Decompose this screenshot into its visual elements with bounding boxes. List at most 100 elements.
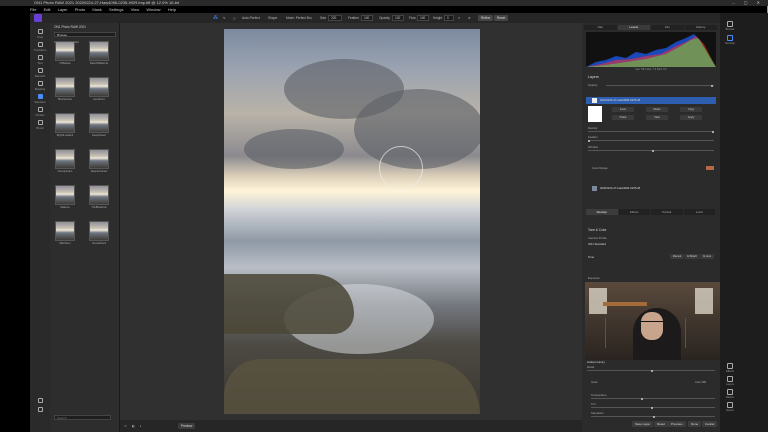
layers-opacity-slider[interactable] <box>606 84 714 87</box>
tint-slider[interactable] <box>591 406 715 409</box>
apply-button[interactable]: Apply <box>680 115 702 120</box>
menu-photo[interactable]: Photo <box>75 7 85 12</box>
thumbnail[interactable]: CloudyFoam <box>55 149 75 175</box>
height-input[interactable]: 0 <box>444 15 454 21</box>
tool-text[interactable]: Text <box>33 55 47 65</box>
opacity-input[interactable]: 100 <box>392 15 404 21</box>
gear-icon[interactable]: ✲ <box>468 15 471 21</box>
color-range-swatch[interactable] <box>706 166 714 170</box>
camera-profile-value[interactable]: ON1 Standard <box>588 242 606 246</box>
browser-search-input[interactable]: Search <box>54 415 111 420</box>
thumbnail[interactable]: BlueSunrise <box>55 77 75 103</box>
thumbnail[interactable]: DeepFlower <box>89 113 109 139</box>
done-button[interactable]: Done <box>688 421 702 427</box>
thumbnail[interactable]: TheBlowHole <box>89 185 109 211</box>
menu-window[interactable]: Window <box>146 7 160 12</box>
thumbnail[interactable]: SunsetRock <box>89 221 109 247</box>
menu-settings[interactable]: Settings <box>109 7 123 12</box>
tool-hand[interactable] <box>33 398 47 404</box>
tool-masking[interactable]: Masking <box>33 81 47 91</box>
layer-row-selected[interactable]: 20200224-27-Haw4096-0235.tiff <box>586 97 716 104</box>
brush-icon[interactable]: ✎ <box>223 15 226 21</box>
thumbnail[interactable]: Makena <box>55 185 75 211</box>
menu-help[interactable]: Help <box>168 7 176 12</box>
temperature-slider[interactable] <box>591 397 715 400</box>
feather-input[interactable]: 100 <box>361 15 373 21</box>
layer-row[interactable]: 20200224-27-Haw4096-0235.tiff <box>586 185 716 192</box>
auto-wb-label[interactable]: Auto WB <box>695 380 706 384</box>
image-viewer[interactable] <box>120 23 582 420</box>
copy-button[interactable]: Copy <box>680 107 702 112</box>
tab-nav[interactable]: Nav <box>584 25 617 30</box>
tool-perfect[interactable]: Perfect <box>33 107 47 117</box>
mode-label[interactable]: Mode: Perfect Bru <box>286 15 312 21</box>
browser-folder-select[interactable]: Browse <box>54 32 116 37</box>
tool-zoom[interactable] <box>33 407 47 413</box>
eraser-icon[interactable]: ◻ <box>233 15 236 21</box>
thumbnail[interactable]: DeeperSunset <box>89 149 109 175</box>
feather-mask-slider[interactable] <box>588 139 714 142</box>
mask-thumbnail[interactable] <box>588 106 602 122</box>
tool-selection[interactable]: Selection <box>33 94 47 104</box>
menu-view[interactable]: View <box>131 7 140 12</box>
size-input[interactable]: 220 <box>328 15 342 21</box>
paste-button[interactable]: Paste <box>612 115 634 120</box>
tool-transform[interactable]: Transform <box>33 42 47 52</box>
tab-history[interactable]: History <box>684 25 717 30</box>
tool-crop[interactable]: Crop <box>33 29 47 39</box>
module-effects[interactable]: Effects <box>723 363 737 373</box>
thumbnail[interactable]: MistSwim <box>55 221 75 247</box>
shape-label[interactable]: Shape <box>268 15 277 21</box>
cancel-button[interactable]: Cancel <box>702 421 718 427</box>
preview-button[interactable]: Preview <box>178 423 196 429</box>
tab-local[interactable]: Local <box>683 209 715 215</box>
reset-button[interactable]: Reset <box>494 15 509 21</box>
tool-brush[interactable]: Brush <box>33 120 47 130</box>
bottom-reset-button[interactable]: Reset <box>654 421 668 427</box>
tone-manual-button[interactable]: Manual <box>670 254 684 259</box>
save-layer-button[interactable]: Save Layer <box>632 421 654 427</box>
density-slider[interactable] <box>588 130 714 133</box>
menu-edit[interactable]: Edit <box>44 7 51 12</box>
module-resize[interactable]: Resize <box>723 389 737 399</box>
main-photo[interactable] <box>224 29 480 414</box>
menu-layer[interactable]: Layer <box>58 7 68 12</box>
tab-effects[interactable]: Effects <box>618 209 650 215</box>
export-icon <box>727 402 733 408</box>
detail-slider[interactable] <box>587 369 715 372</box>
invert-button[interactable]: Invert <box>612 107 634 112</box>
pen-icon[interactable]: ✐ <box>458 15 461 21</box>
thumbnail[interactable]: CliffsHaw <box>55 41 75 67</box>
module-layers[interactable]: Layers <box>723 376 737 386</box>
tool-retouch[interactable]: Retouch <box>33 68 47 78</box>
flow-input[interactable]: 100 <box>417 15 429 21</box>
compare-icon[interactable]: ◧ <box>132 423 135 429</box>
module-export[interactable]: Export <box>723 402 737 412</box>
module-browse[interactable]: Browse <box>723 21 737 31</box>
tone-ai-auto-button[interactable]: AI Auto <box>700 254 714 259</box>
window-controls[interactable]: – ▢ ✕ <box>732 0 764 6</box>
color-range-label[interactable]: Color Range <box>592 166 608 170</box>
menu-mask[interactable]: Mask <box>92 7 102 12</box>
tool-mode-label[interactable]: Auto-Perfect <box>242 15 260 21</box>
thumbnail[interactable]: LavaFront <box>89 77 109 103</box>
thumbnail[interactable]: BackOfMakena <box>89 41 109 67</box>
tab-portrait[interactable]: Portrait <box>651 209 683 215</box>
window-slider[interactable] <box>588 149 714 152</box>
refine-button[interactable]: Refine <box>478 15 494 21</box>
histogram <box>586 32 716 67</box>
saturation-slider[interactable] <box>591 415 715 418</box>
view-button[interactable]: View <box>646 115 668 120</box>
perfect-brush-icon[interactable]: ⁂ <box>213 15 218 21</box>
mask-reset-button[interactable]: Reset <box>646 107 668 112</box>
previous-button[interactable]: Previous <box>668 421 686 427</box>
module-develop[interactable]: Develop <box>723 35 737 45</box>
tone-ai-match-button[interactable]: AI Match <box>685 254 699 259</box>
thumbnail[interactable]: BrightLowland <box>55 113 75 139</box>
view-mode-icon[interactable]: ▭ <box>124 423 127 429</box>
tab-develop[interactable]: Develop <box>586 209 618 215</box>
mask-view-icon[interactable]: ◐ <box>140 423 142 429</box>
tab-levels[interactable]: Levels <box>617 25 650 30</box>
tab-info[interactable]: Info <box>651 25 684 30</box>
menu-file[interactable]: File <box>30 7 36 12</box>
